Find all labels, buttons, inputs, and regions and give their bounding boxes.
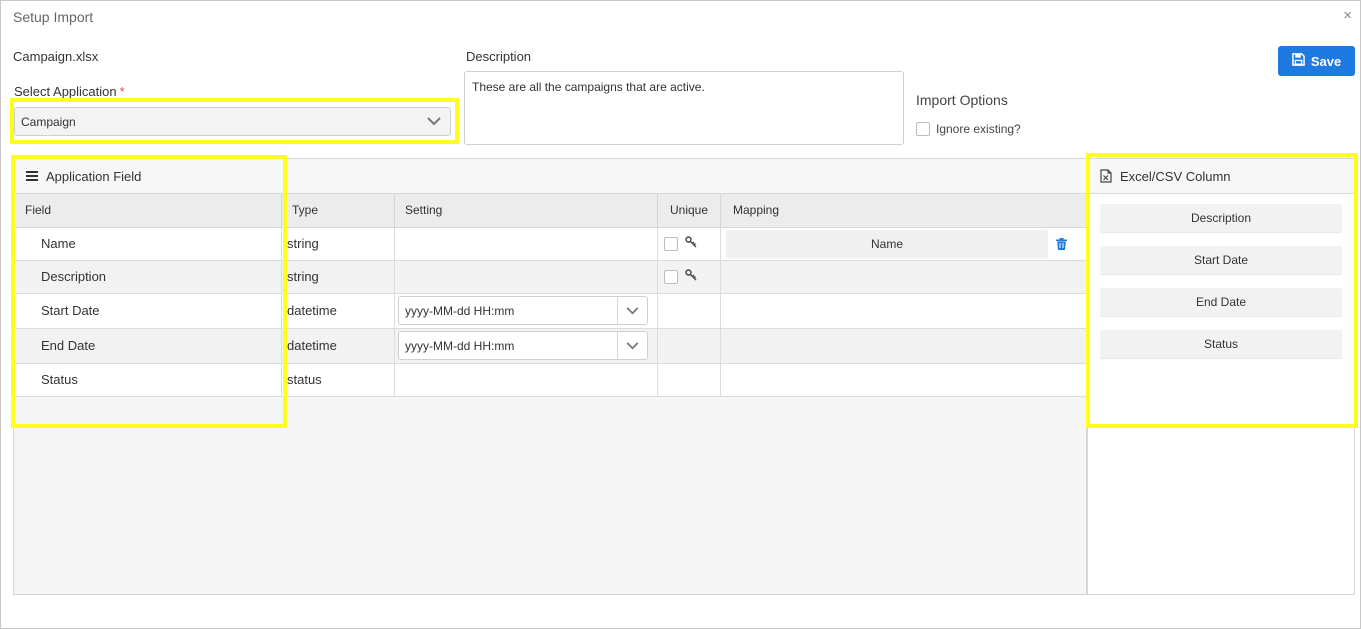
excel-csv-column-panel: Excel/CSV Column Description Start Date … xyxy=(1087,158,1355,595)
type-cell: datetime xyxy=(281,292,395,329)
mapping-cell[interactable] xyxy=(720,327,1087,364)
table-row: Name string Name xyxy=(14,226,1087,261)
unique-checkbox[interactable] xyxy=(664,269,678,284)
mapping-cell: Name xyxy=(720,226,1087,261)
field-cell: Start Date xyxy=(14,292,282,329)
setup-import-dialog: Setup Import × Campaign.xlsx Select Appl… xyxy=(0,0,1361,629)
excel-column-chip[interactable]: Status xyxy=(1100,330,1342,358)
setting-cell xyxy=(394,362,658,397)
setting-cell xyxy=(394,226,658,261)
select-application-label-text: Select Application xyxy=(14,84,117,99)
table-row: Status status xyxy=(14,362,1087,397)
chevron-down-icon xyxy=(617,297,647,324)
field-cell: Description xyxy=(14,259,282,294)
required-mark: * xyxy=(119,84,125,99)
application-select-value: Campaign xyxy=(21,114,76,129)
application-field-header: Application Field xyxy=(14,159,1086,194)
unique-cell xyxy=(657,226,721,261)
excel-csv-column-header: Excel/CSV Column xyxy=(1088,159,1354,194)
import-options-title: Import Options xyxy=(916,92,1008,108)
ignore-existing-option[interactable]: Ignore existing? xyxy=(916,122,1021,136)
column-header-mapping: Mapping xyxy=(720,194,1087,228)
unique-cell xyxy=(657,292,721,329)
dialog-title: Setup Import xyxy=(13,9,94,25)
setting-cell xyxy=(394,259,658,294)
type-cell: string xyxy=(281,259,395,294)
chevron-down-icon xyxy=(424,112,444,132)
key-icon xyxy=(685,236,698,251)
table-row: Start Date datetime yyyy-MM-dd HH:mm xyxy=(14,292,1087,329)
field-cell: Name xyxy=(14,226,282,261)
save-icon xyxy=(1291,53,1305,69)
ignore-existing-label: Ignore existing? xyxy=(936,122,1021,136)
unique-cell xyxy=(657,259,721,294)
column-header-unique: Unique xyxy=(657,194,721,228)
application-select[interactable]: Campaign xyxy=(14,107,451,136)
table-row: End Date datetime yyyy-MM-dd HH:mm xyxy=(14,327,1087,364)
description-label: Description xyxy=(466,49,532,64)
unique-cell xyxy=(657,362,721,397)
chevron-down-icon xyxy=(617,332,647,359)
excel-column-chip[interactable]: Description xyxy=(1100,204,1342,232)
mapped-column-name[interactable]: Name xyxy=(726,230,1048,257)
datetime-format-value: yyyy-MM-dd HH:mm xyxy=(405,338,515,353)
excel-column-chip[interactable]: Start Date xyxy=(1100,246,1342,274)
type-cell: status xyxy=(281,362,395,397)
column-header-setting: Setting xyxy=(394,194,658,228)
excel-file-icon xyxy=(1100,169,1112,183)
excel-csv-column-title: Excel/CSV Column xyxy=(1120,168,1231,184)
mapping-cell[interactable] xyxy=(720,292,1087,329)
mapping-cell[interactable] xyxy=(720,362,1087,397)
column-header-field: Field xyxy=(14,194,282,228)
application-field-panel: Application Field Field Type Setting Uni… xyxy=(13,158,1087,595)
setting-cell: yyyy-MM-dd HH:mm xyxy=(394,327,658,364)
unique-checkbox[interactable] xyxy=(664,236,678,251)
excel-column-list: Description Start Date End Date Status xyxy=(1088,194,1354,368)
setting-cell: yyyy-MM-dd HH:mm xyxy=(394,292,658,329)
unique-cell xyxy=(657,327,721,364)
datetime-format-select[interactable]: yyyy-MM-dd HH:mm xyxy=(398,296,648,325)
application-field-title: Application Field xyxy=(46,168,142,184)
mapping-cell[interactable] xyxy=(720,259,1087,294)
hamburger-icon xyxy=(26,171,38,181)
type-cell: datetime xyxy=(281,327,395,364)
field-cell: Status xyxy=(14,362,282,397)
trash-icon[interactable] xyxy=(1056,237,1067,250)
key-icon xyxy=(685,269,698,284)
table-row: Description string xyxy=(14,259,1087,294)
select-application-label: Select Application * xyxy=(14,84,125,99)
datetime-format-value: yyyy-MM-dd HH:mm xyxy=(405,303,515,318)
field-cell: End Date xyxy=(14,327,282,364)
field-mapping-table: Field Type Setting Unique Mapping Name s… xyxy=(14,194,1087,397)
ignore-existing-checkbox[interactable] xyxy=(916,122,930,136)
description-textarea[interactable]: These are all the campaigns that are act… xyxy=(464,71,904,145)
excel-column-chip[interactable]: End Date xyxy=(1100,288,1342,316)
type-cell: string xyxy=(281,226,395,261)
column-header-type: Type xyxy=(281,194,395,228)
datetime-format-select[interactable]: yyyy-MM-dd HH:mm xyxy=(398,331,648,360)
close-icon[interactable]: × xyxy=(1343,7,1352,24)
save-button[interactable]: Save xyxy=(1278,46,1355,76)
save-button-label: Save xyxy=(1310,53,1342,69)
file-name: Campaign.xlsx xyxy=(13,49,99,64)
